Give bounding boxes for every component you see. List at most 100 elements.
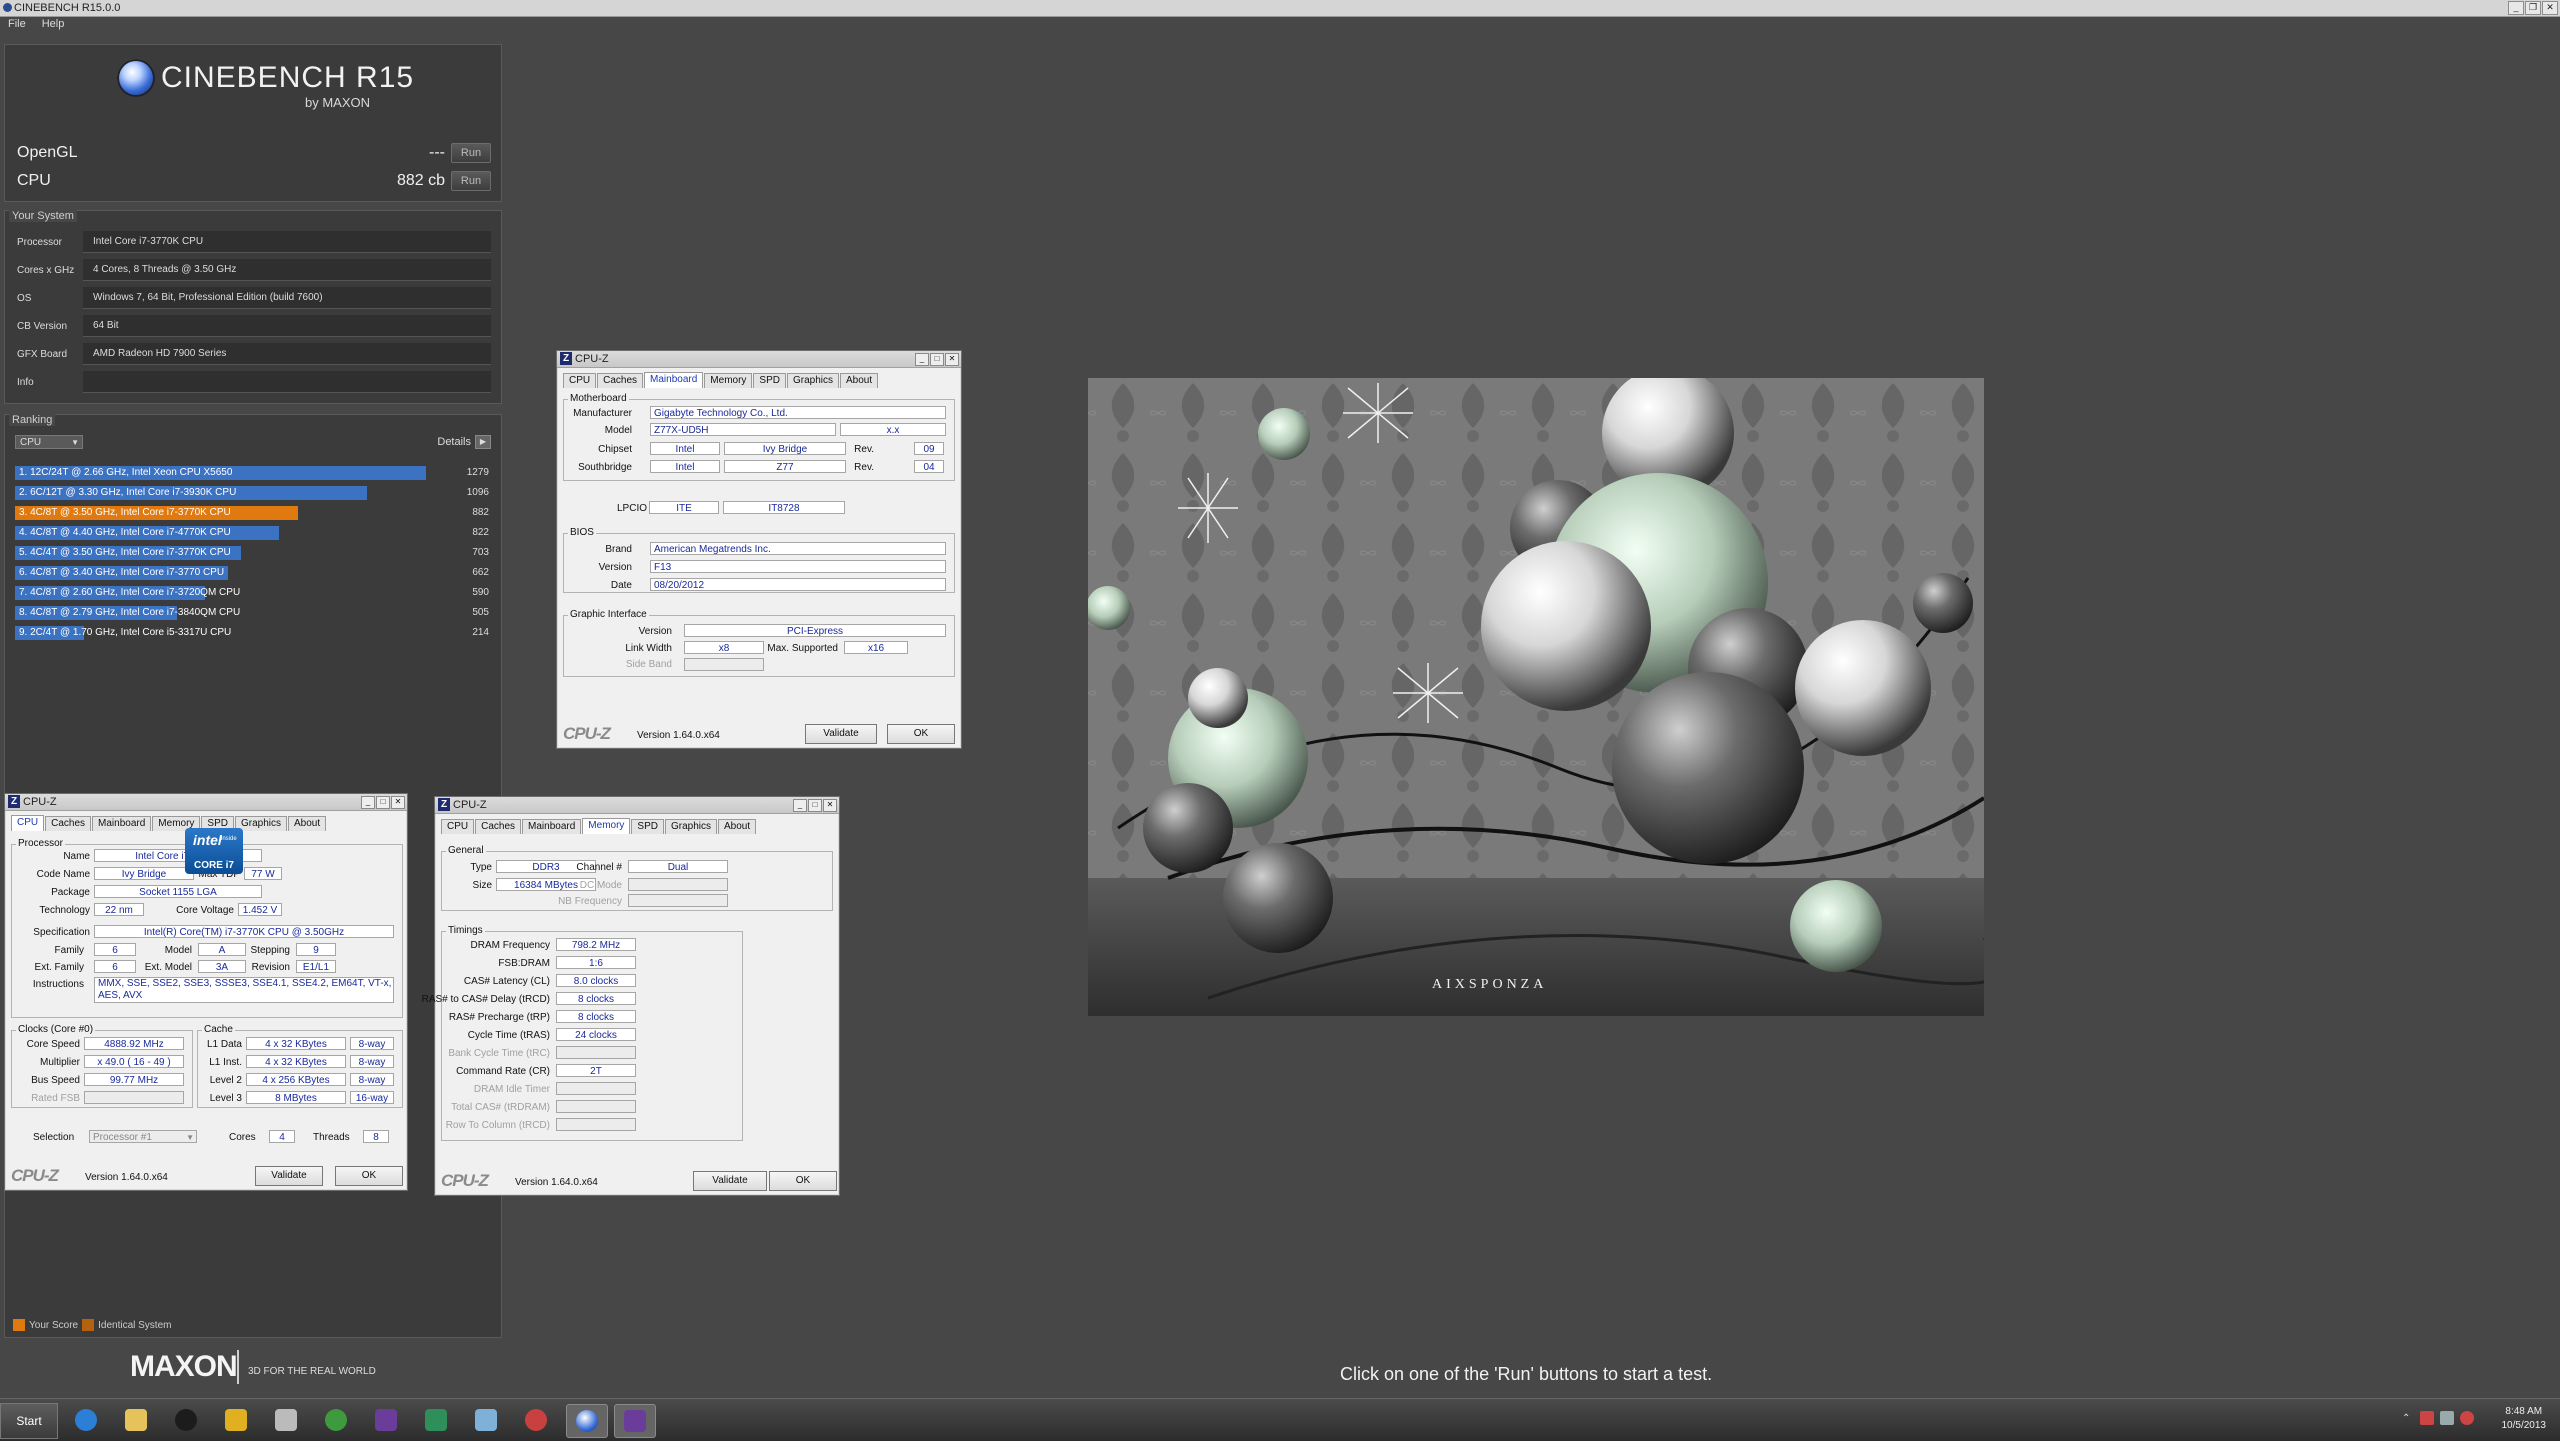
tab-about[interactable]: About xyxy=(718,819,757,834)
taskbar-cpuz-active-icon[interactable] xyxy=(614,1404,656,1438)
cpuz-title-bar[interactable]: Z CPU-Z _ □ ✕ xyxy=(435,797,839,814)
ranking-row[interactable]: 3. 4C/8T @ 3.50 GHz, Intel Core i7-3770K… xyxy=(15,505,493,521)
ok-button[interactable]: OK xyxy=(769,1171,837,1191)
timings-title: Timings xyxy=(446,925,485,936)
maximize-icon[interactable]: □ xyxy=(808,799,822,812)
tab-spd[interactable]: SPD xyxy=(631,819,664,834)
manufacturer-label: Manufacturer xyxy=(573,408,632,419)
restore-icon[interactable]: ❐ xyxy=(2525,1,2541,15)
menu-help[interactable]: Help xyxy=(42,18,65,30)
cpuz-mainboard-window[interactable]: Z CPU-Z _ □ ✕ CPU Caches Mainboard Memory SPD G… xyxy=(556,350,962,749)
timing-value: 798.2 MHz xyxy=(556,938,636,951)
minimize-icon[interactable]: _ xyxy=(361,796,375,809)
l1-data-value: 4 x 32 KBytes xyxy=(246,1037,346,1050)
close-icon[interactable]: ✕ xyxy=(823,799,837,812)
taskbar-cinebench-icon[interactable] xyxy=(566,1404,608,1438)
validate-button[interactable]: Validate xyxy=(255,1166,323,1186)
close-icon[interactable]: ✕ xyxy=(945,353,959,366)
menu-file[interactable]: File xyxy=(8,18,26,30)
tab-about[interactable]: About xyxy=(288,816,327,831)
your-system-panel: Your System Processor Intel Core i7-3770K… xyxy=(4,210,502,404)
timing-value: 1:6 xyxy=(556,956,636,969)
taskbar-notepad-icon[interactable] xyxy=(466,1404,506,1436)
tab-mainboard[interactable]: Mainboard xyxy=(92,816,152,831)
taskbar-steam-icon[interactable] xyxy=(166,1404,206,1436)
validate-button[interactable]: Validate xyxy=(693,1171,767,1191)
tab-cpu[interactable]: CPU xyxy=(563,373,597,388)
system-row-label: Processor xyxy=(17,237,63,248)
timing-value: 8 clocks xyxy=(556,1010,636,1023)
timing-value xyxy=(556,1082,636,1095)
validate-button[interactable]: Validate xyxy=(805,724,877,744)
system-row-value xyxy=(83,371,491,393)
taskbar-app-icon[interactable] xyxy=(216,1404,256,1436)
opengl-run-button[interactable]: Run xyxy=(451,143,491,163)
minimize-icon[interactable]: _ xyxy=(793,799,807,812)
graphic-interface-group: Graphic Interface Version PCI-Express Li… xyxy=(563,609,955,677)
ext-family-label: Ext. Family xyxy=(34,962,84,973)
tab-graphics[interactable]: Graphics xyxy=(234,816,287,831)
close-icon[interactable]: ✕ xyxy=(2542,1,2558,15)
chipset-label: Chipset xyxy=(598,444,632,455)
cpuz-title-bar[interactable]: Z CPU-Z _ □ ✕ xyxy=(5,794,407,811)
maximize-icon[interactable]: □ xyxy=(930,353,944,366)
tab-memory[interactable]: Memory xyxy=(704,373,753,388)
maximize-icon[interactable]: □ xyxy=(376,796,390,809)
cpuz-title: CPU-Z xyxy=(453,799,487,811)
ranking-row[interactable]: 8. 4C/8T @ 2.79 GHz, Intel Core i7-3840Q… xyxy=(15,605,493,621)
tab-graphics[interactable]: Graphics xyxy=(664,819,717,834)
minimize-icon[interactable]: _ xyxy=(2508,1,2524,15)
ok-button[interactable]: OK xyxy=(335,1166,403,1186)
taskbar-ie-icon[interactable] xyxy=(66,1404,106,1436)
ranking-row[interactable]: 7. 4C/8T @ 2.60 GHz, Intel Core i7-3720Q… xyxy=(15,585,493,601)
app-title-bar[interactable]: CINEBENCH R15.0.0 _ ❐ ✕ xyxy=(0,0,2560,17)
volume-icon[interactable] xyxy=(2460,1411,2474,1425)
instructions-label: Instructions xyxy=(32,979,84,990)
tab-caches[interactable]: Caches xyxy=(45,816,92,831)
tab-caches[interactable]: Caches xyxy=(475,819,522,834)
cpu-run-button[interactable]: Run xyxy=(451,171,491,191)
tab-mainboard[interactable]: Mainboard xyxy=(644,372,704,388)
tab-cpu[interactable]: CPU xyxy=(441,819,475,834)
cpuz-memory-window[interactable]: Z CPU-Z _ □ ✕ CPU Caches Mainboard Memory SPD G… xyxy=(422,796,840,1196)
taskbar-snip-icon[interactable] xyxy=(516,1404,556,1436)
tab-mainboard[interactable]: Mainboard xyxy=(522,819,582,834)
minimize-icon[interactable]: _ xyxy=(915,353,929,366)
bios-brand-label: Brand xyxy=(605,544,632,555)
clock[interactable]: 8:48 AM 10/5/2013 xyxy=(2502,1405,2547,1433)
tray-expand-icon[interactable]: ⌃ xyxy=(2402,1413,2410,1424)
close-icon[interactable]: ✕ xyxy=(391,796,405,809)
ranking-row[interactable]: 6. 4C/8T @ 3.40 GHz, Intel Core i7-3770 … xyxy=(15,565,493,581)
tab-spd[interactable]: SPD xyxy=(753,373,786,388)
ok-button[interactable]: OK xyxy=(887,724,955,744)
status-message: Click on one of the 'Run' buttons to sta… xyxy=(1340,1364,1713,1384)
l1-inst-way: 8-way xyxy=(350,1055,394,1068)
cpuz-cpu-window[interactable]: Z CPU-Z _ □ ✕ CPU Caches Mainboard Memory SPD G… xyxy=(4,793,408,1191)
taskbar-explorer-icon[interactable] xyxy=(116,1404,156,1436)
ranking-title: Ranking xyxy=(9,414,56,426)
taskbar-cpuz-icon[interactable] xyxy=(366,1404,406,1436)
tab-graphics[interactable]: Graphics xyxy=(786,373,839,388)
tab-about[interactable]: About xyxy=(840,373,879,388)
ranking-row[interactable]: 4. 4C/8T @ 4.40 GHz, Intel Core i7-4770K… xyxy=(15,525,493,541)
details-toggle[interactable]: Details ▶ xyxy=(437,435,491,449)
ranking-row[interactable]: 1. 12C/24T @ 2.66 GHz, Intel Xeon CPU X5… xyxy=(15,465,493,481)
tab-cpu[interactable]: CPU xyxy=(11,815,45,831)
network-icon[interactable] xyxy=(2440,1411,2454,1425)
tab-memory[interactable]: Memory xyxy=(582,818,631,834)
ranking-row[interactable]: 9. 2C/4T @ 1.70 GHz, Intel Core i5-3317U… xyxy=(15,625,493,641)
processor-selection-dropdown[interactable]: Processor #1 ▼ xyxy=(89,1130,197,1143)
ranking-row-label: 2. 6C/12T @ 3.30 GHz, Intel Core i7-3930… xyxy=(19,487,237,498)
ranking-row[interactable]: 5. 4C/4T @ 3.50 GHz, Intel Core i7-3770K… xyxy=(15,545,493,561)
ranking-type-select[interactable]: CPU ▼ xyxy=(15,435,83,449)
taskbar-gpu-icon[interactable] xyxy=(416,1404,456,1436)
menu-bar: File Help xyxy=(0,17,2560,31)
tab-caches[interactable]: Caches xyxy=(597,373,644,388)
cpuz-title-bar[interactable]: Z CPU-Z _ □ ✕ xyxy=(557,351,961,368)
start-button[interactable]: Start xyxy=(0,1403,58,1439)
taskbar-tool-icon[interactable] xyxy=(266,1404,306,1436)
tray-alert-icon[interactable] xyxy=(2420,1411,2434,1425)
taskbar-xbox-icon[interactable] xyxy=(316,1404,356,1436)
ranking-row[interactable]: 2. 6C/12T @ 3.30 GHz, Intel Core i7-3930… xyxy=(15,485,493,501)
level-2-value: 4 x 256 KBytes xyxy=(246,1073,346,1086)
